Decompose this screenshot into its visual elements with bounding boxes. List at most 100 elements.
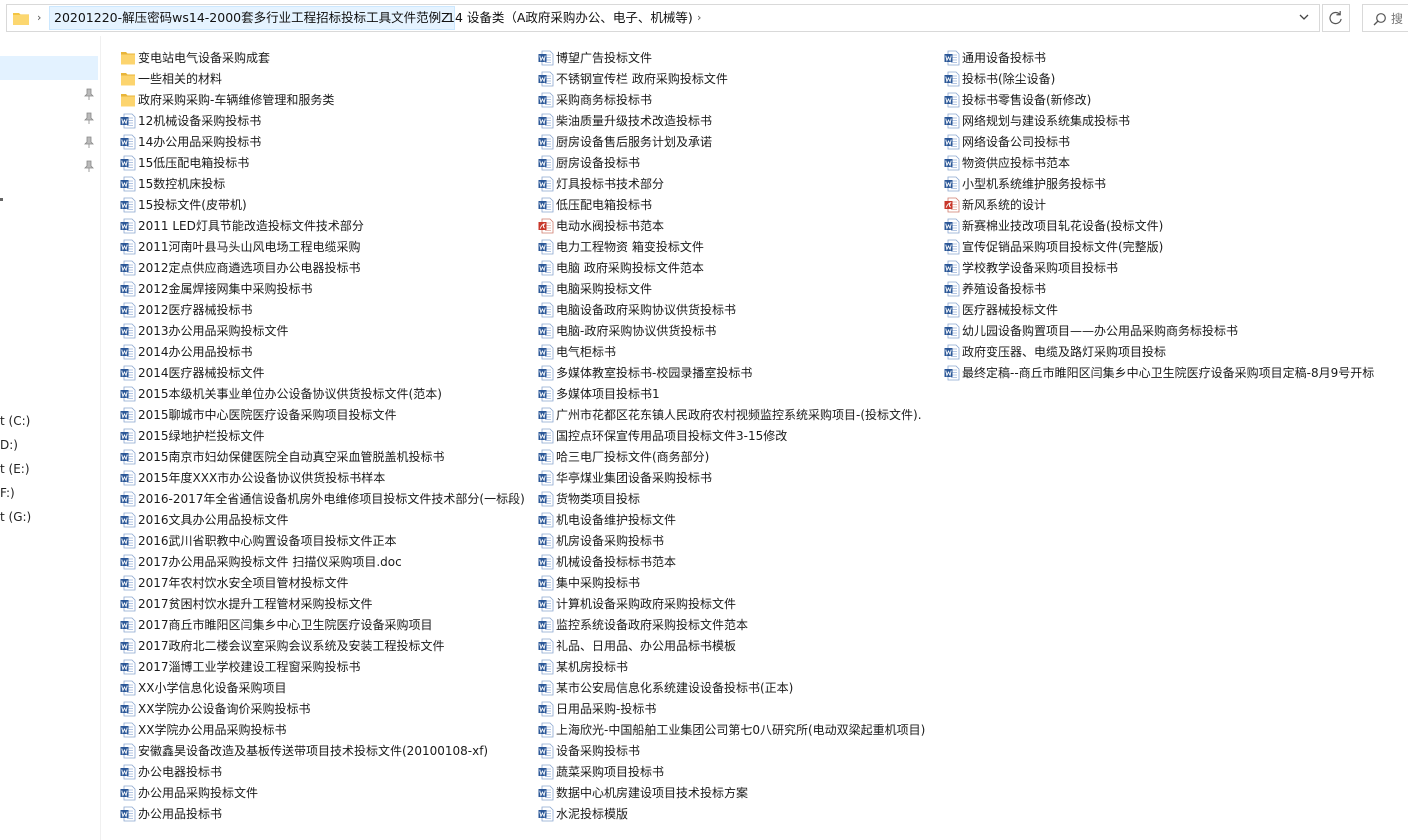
file-item[interactable]: 投标书(除尘设备) [944,68,1374,89]
file-item[interactable]: 2012定点供应商遴选项目办公电器投标书 [120,257,525,278]
file-item[interactable]: 多媒体教室投标书-校园录播室投标书 [538,362,925,383]
file-item[interactable]: 2012医疗器械投标书 [120,299,525,320]
file-item[interactable]: 小型机系统维护服务投标书 [944,173,1374,194]
folder-item[interactable]: 变电站电气设备采购成套 [120,47,525,68]
file-item[interactable]: 某机房投标书 [538,656,925,677]
file-item[interactable]: 2017淄博工业学校建设工程窗采购投标书 [120,656,525,677]
file-item[interactable]: 办公用品采购投标文件 [120,782,525,803]
file-item[interactable]: 养殖设备投标书 [944,278,1374,299]
file-item[interactable]: 采购商务标投标书 [538,89,925,110]
file-item[interactable]: 机械设备投标标书范本 [538,551,925,572]
nav-drive-e[interactable]: t (E:) [0,462,30,476]
file-item[interactable]: 电力工程物资 箱变投标文件 [538,236,925,257]
file-item[interactable]: 15低压配电箱投标书 [120,152,525,173]
file-item[interactable]: 2016-2017年全省通信设备机房外电维修项目投标文件技术部分(一标段) [120,488,525,509]
file-item[interactable]: 不锈钢宣传栏 政府采购投标文件 [538,68,925,89]
folder-item[interactable]: 政府采购采购-车辆维修管理和服务类 [120,89,525,110]
file-item[interactable]: 设备采购投标书 [538,740,925,761]
file-item[interactable]: 医疗器械投标文件 [944,299,1374,320]
file-item[interactable]: XX学院办公设备询价采购投标书 [120,698,525,719]
file-item[interactable]: 投标书零售设备(新修改) [944,89,1374,110]
file-item[interactable]: 机电设备维护投标文件 [538,509,925,530]
file-item[interactable]: 数据中心机房建设项目技术投标方案 [538,782,925,803]
file-item[interactable]: XX学院办公用品采购投标书 [120,719,525,740]
file-item[interactable]: 网络设备公司投标书 [944,131,1374,152]
breadcrumb-item-parent[interactable]: 20201220-解压密码ws14-2000套多行业工程招标投标工具文件范例Z [49,6,455,30]
nav-drive-d[interactable]: D:) [0,438,18,452]
search-input[interactable]: 搜 [1362,4,1408,32]
file-item[interactable]: 幼儿园设备购置项目——办公用品采购商务标投标书 [944,320,1374,341]
file-item[interactable]: 多媒体项目投标书1 [538,383,925,404]
file-item[interactable]: 新赛棉业技改项目轧花设备(投标文件) [944,215,1374,236]
file-item[interactable]: 华亭煤业集团设备采购投标书 [538,467,925,488]
file-item[interactable]: 水泥投标模版 [538,803,925,824]
file-item[interactable]: 安徽鑫昊设备改造及基板传送带项目技术投标文件(20100108-xf) [120,740,525,761]
nav-selected-item[interactable] [0,56,98,80]
file-item[interactable]: 2012金属焊接网集中采购投标书 [120,278,525,299]
nav-drive-g[interactable]: t (G:) [0,510,31,524]
pin-icon[interactable] [84,160,94,172]
pin-icon[interactable] [84,112,94,124]
file-item[interactable]: 监控系统设备政府采购投标文件范本 [538,614,925,635]
file-item[interactable]: 国控点环保宣传用品项目投标文件3-15修改 [538,425,925,446]
file-item[interactable]: 2017年农村饮水安全项目管材投标文件 [120,572,525,593]
file-item[interactable]: 2011 LED灯具节能改造投标文件技术部分 [120,215,525,236]
file-item[interactable]: 广州市花都区花东镇人民政府农村视频监控系统采购项目-(投标文件). [538,404,925,425]
file-item[interactable]: 2014办公用品投标书 [120,341,525,362]
refresh-button[interactable] [1322,4,1350,32]
file-item[interactable]: 礼品、日用品、办公用品标书模板 [538,635,925,656]
file-item[interactable]: 物资供应投标书范本 [944,152,1374,173]
pin-icon[interactable] [84,88,94,100]
file-item[interactable]: 通用设备投标书 [944,47,1374,68]
nav-drive-c[interactable]: t (C:) [0,414,30,428]
file-item[interactable]: 2015本级机关事业单位办公设备协议供货投标文件(范本) [120,383,525,404]
file-item[interactable]: XX小学信息化设备采购项目 [120,677,525,698]
file-item[interactable]: 2015绿地护栏投标文件 [120,425,525,446]
file-item[interactable]: 2014医疗器械投标文件 [120,362,525,383]
file-item[interactable]: 15数控机床投标 [120,173,525,194]
file-item[interactable]: 2017政府北二楼会议室采购会议系统及安装工程投标文件 [120,635,525,656]
chevron-right-icon[interactable]: › [434,11,438,24]
file-item[interactable]: 日用品采购-投标书 [538,698,925,719]
file-item[interactable]: 学校教学设备采购项目投标书 [944,257,1374,278]
file-item[interactable]: 14办公用品采购投标书 [120,131,525,152]
file-item[interactable]: 2016武川省职教中心购置设备项目投标文件正本 [120,530,525,551]
file-item[interactable]: 2017办公用品采购投标文件 扫描仪采购项目.doc [120,551,525,572]
file-item[interactable]: 柴油质量升级技术改造投标书 [538,110,925,131]
file-item[interactable]: 政府变压器、电缆及路灯采购项目投标 [944,341,1374,362]
file-item[interactable]: 上海欣光-中国船舶工业集团公司第七0八研究所(电动双梁起重机项目) [538,719,925,740]
file-item[interactable]: 厨房设备售后服务计划及承诺 [538,131,925,152]
file-item[interactable]: 蔬菜采购项目投标书 [538,761,925,782]
file-item[interactable]: 电脑-政府采购协议供货投标书 [538,320,925,341]
file-item[interactable]: 2017商丘市睢阳区闫集乡中心卫生院医疗设备采购项目 [120,614,525,635]
file-item[interactable]: 计算机设备采购政府采购投标文件 [538,593,925,614]
file-item[interactable]: 电气柜标书 [538,341,925,362]
file-item[interactable]: 2013办公用品采购投标文件 [120,320,525,341]
file-item[interactable]: 15投标文件(皮带机) [120,194,525,215]
file-item[interactable]: 网络规划与建设系统集成投标书 [944,110,1374,131]
file-item[interactable]: 2016文具办公用品投标文件 [120,509,525,530]
chevron-right-icon[interactable]: › [697,11,701,24]
file-item[interactable]: 哈三电厂投标文件(商务部分) [538,446,925,467]
file-item[interactable]: 灯具投标书技术部分 [538,173,925,194]
file-item[interactable]: 电脑设备政府采购协议供货投标书 [538,299,925,320]
file-item[interactable]: 集中采购投标书 [538,572,925,593]
file-item[interactable]: 新风系统的设计 [944,194,1374,215]
file-item[interactable]: 货物类项目投标 [538,488,925,509]
file-item[interactable]: 2017贫困村饮水提升工程管材采购投标文件 [120,593,525,614]
file-item[interactable]: 宣传促销品采购项目投标文件(完整版) [944,236,1374,257]
nav-drive-f[interactable]: F:) [0,486,15,500]
file-item[interactable]: 2015聊城市中心医院医疗设备采购项目投标文件 [120,404,525,425]
pin-icon[interactable] [84,136,94,148]
file-item[interactable]: 机房设备采购投标书 [538,530,925,551]
file-item[interactable]: 电动水阀投标书范本 [538,215,925,236]
file-item[interactable]: 最终定稿--商丘市睢阳区闫集乡中心卫生院医疗设备采购项目定稿-8月9号开标 [944,362,1374,383]
file-item[interactable]: 2011河南叶县马头山风电场工程电缆采购 [120,236,525,257]
file-item[interactable]: 某市公安局信息化系统建设设备投标书(正本) [538,677,925,698]
file-item[interactable]: 电脑 政府采购投标文件范本 [538,257,925,278]
file-item[interactable]: 12机械设备采购投标书 [120,110,525,131]
address-bar[interactable]: › 20201220-解压密码ws14-2000套多行业工程招标投标工具文件范例… [6,4,1320,32]
chevron-down-icon[interactable] [1297,10,1311,24]
file-item[interactable]: 电脑采购投标文件 [538,278,925,299]
file-item[interactable]: 博望广告投标文件 [538,47,925,68]
